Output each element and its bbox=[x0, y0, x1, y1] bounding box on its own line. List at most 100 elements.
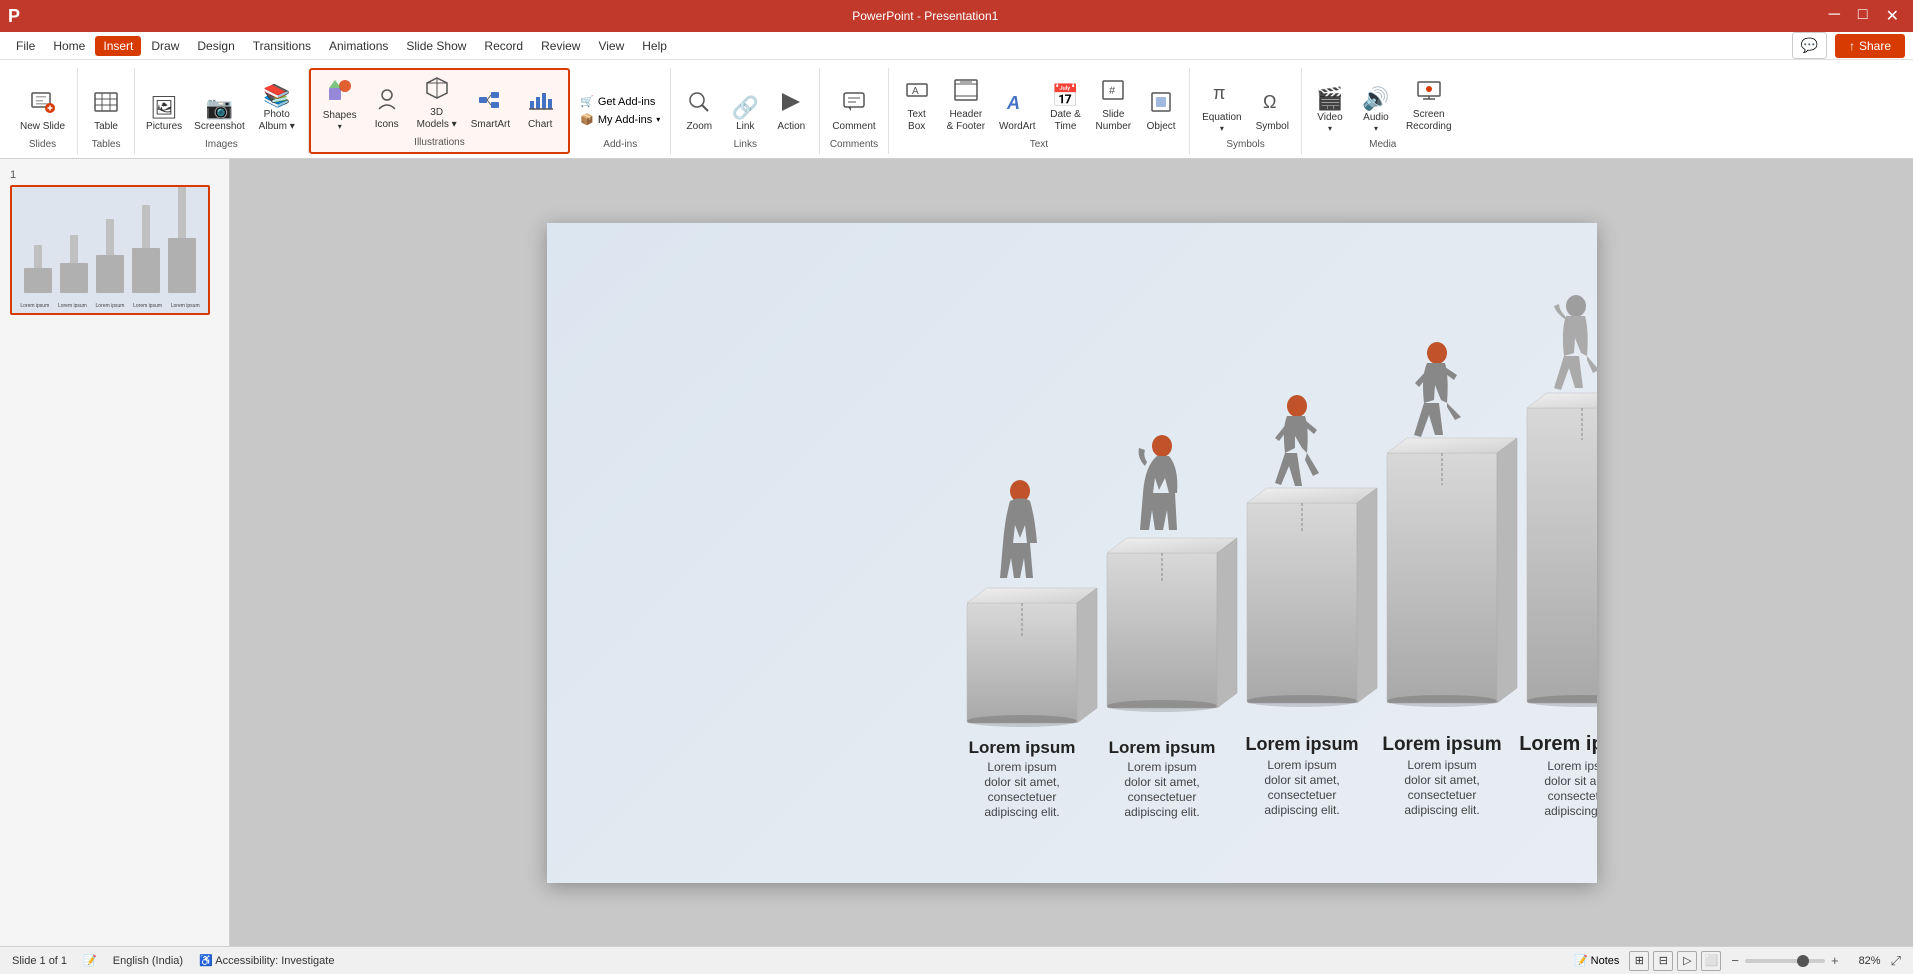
ribbon: New Slide Slides Table Tables 🖼 bbox=[0, 60, 1913, 159]
zoom-icon bbox=[686, 89, 712, 119]
new-slide-icon bbox=[30, 89, 56, 119]
chart-button[interactable]: Chart bbox=[518, 84, 562, 134]
menu-slideshow[interactable]: Slide Show bbox=[398, 36, 474, 56]
illustrations-group-label: Illustrations bbox=[414, 137, 465, 150]
menu-insert[interactable]: Insert bbox=[95, 36, 141, 56]
photo-album-button[interactable]: 📚 PhotoAlbum ▾ bbox=[252, 82, 302, 136]
svg-text:Ω: Ω bbox=[1263, 92, 1276, 112]
window-controls[interactable]: ─ □ ✕ bbox=[1823, 6, 1905, 26]
slide-number-button[interactable]: # SlideNumber bbox=[1090, 74, 1138, 136]
zoom-thumb[interactable] bbox=[1797, 955, 1809, 967]
ribbon-content: New Slide Slides Table Tables 🖼 bbox=[8, 64, 1905, 158]
wordart-button[interactable]: A WordArt bbox=[993, 86, 1042, 136]
object-button[interactable]: Object bbox=[1139, 86, 1183, 136]
zoom-out-button[interactable]: − bbox=[1731, 953, 1739, 968]
svg-text:Lorem ipsum: Lorem ipsum bbox=[1407, 758, 1476, 772]
media-buttons: 🎬 Video ▾ 🔊 Audio ▾ ScreenRecording bbox=[1308, 74, 1458, 136]
normal-view-icon[interactable]: ⊞ bbox=[1629, 951, 1649, 971]
equation-label: Equation bbox=[1202, 112, 1241, 124]
slide-number-icon: # bbox=[1100, 77, 1126, 107]
svg-text:π: π bbox=[1213, 83, 1225, 103]
new-slide-label: New Slide bbox=[20, 121, 65, 133]
zoom-in-button[interactable]: + bbox=[1831, 953, 1839, 968]
notes-button[interactable]: 📝 Notes bbox=[1574, 954, 1619, 967]
illustrations-buttons: Shapes ▾ Icons 3DModels ▾ bbox=[317, 72, 562, 134]
header-footer-button[interactable]: Header& Footer bbox=[941, 74, 991, 136]
menu-transitions[interactable]: Transitions bbox=[245, 36, 319, 56]
ribbon-group-images: 🖼 Pictures 📷 Screenshot 📚 PhotoAlbum ▾ I… bbox=[135, 68, 309, 154]
action-button[interactable]: Action bbox=[769, 86, 813, 136]
svg-text:consectetuer: consectetuer bbox=[987, 790, 1056, 804]
smartart-icon bbox=[477, 87, 503, 117]
my-addins-label: My Add-ins bbox=[598, 114, 652, 126]
menu-home[interactable]: Home bbox=[45, 36, 93, 56]
menu-help[interactable]: Help bbox=[634, 36, 675, 56]
reading-view-icon[interactable]: ▷ bbox=[1677, 951, 1697, 971]
svg-text:adipiscing elit.: adipiscing elit. bbox=[1264, 803, 1339, 817]
link-button[interactable]: 🔗 Link bbox=[723, 94, 767, 136]
menu-record[interactable]: Record bbox=[476, 36, 531, 56]
maximize-btn[interactable]: □ bbox=[1852, 6, 1874, 26]
pictures-button[interactable]: 🖼 Pictures bbox=[141, 94, 187, 136]
slide-number-label: 1 bbox=[10, 169, 219, 181]
menu-design[interactable]: Design bbox=[189, 36, 242, 56]
zoom-level[interactable]: 82% bbox=[1849, 955, 1881, 967]
comment-button[interactable]: 💬 bbox=[1792, 32, 1827, 59]
fit-slide-button[interactable]: ⤢ bbox=[1891, 953, 1901, 969]
header-footer-icon bbox=[953, 77, 979, 107]
menu-draw[interactable]: Draw bbox=[143, 36, 187, 56]
audio-label: Audio bbox=[1363, 112, 1389, 124]
audio-button[interactable]: 🔊 Audio ▾ bbox=[1354, 85, 1398, 136]
smartart-button[interactable]: SmartArt bbox=[465, 84, 516, 134]
table-icon bbox=[93, 89, 119, 119]
comment-ribbon-icon bbox=[841, 89, 867, 119]
icons-button[interactable]: Icons bbox=[365, 84, 409, 134]
svg-text:Lorem ipsum: Lorem ipsum bbox=[968, 738, 1075, 757]
menu-file[interactable]: File bbox=[8, 36, 43, 56]
symbols-group-label: Symbols bbox=[1226, 139, 1264, 152]
my-addins-button[interactable]: 📦 My Add-ins ▾ bbox=[576, 111, 664, 128]
menu-animations[interactable]: Animations bbox=[321, 36, 396, 56]
my-addins-icon: 📦 bbox=[580, 113, 594, 126]
equation-icon: π bbox=[1209, 80, 1235, 110]
ribbon-group-symbols: π Equation ▾ Ω Symbol Symbols bbox=[1190, 68, 1302, 154]
spell-check-icon[interactable]: 📝 bbox=[83, 954, 97, 967]
zoom-button[interactable]: Zoom bbox=[677, 86, 721, 136]
table-button[interactable]: Table bbox=[84, 86, 128, 136]
shapes-button[interactable]: Shapes ▾ bbox=[317, 75, 363, 134]
svg-text:adipiscing elit.: adipiscing elit. bbox=[1544, 804, 1597, 818]
video-button[interactable]: 🎬 Video ▾ bbox=[1308, 85, 1352, 136]
svg-text:consectetuer: consectetuer bbox=[1407, 788, 1476, 802]
screen-recording-icon bbox=[1416, 77, 1442, 107]
svg-text:Lorem ipsum: Lorem ipsum bbox=[1547, 759, 1597, 773]
share-button[interactable]: ↑ Share bbox=[1835, 34, 1905, 58]
slide-sorter-icon[interactable]: ⊟ bbox=[1653, 951, 1673, 971]
language-label[interactable]: English (India) bbox=[113, 955, 183, 967]
ribbon-group-media: 🎬 Video ▾ 🔊 Audio ▾ ScreenRecording Medi… bbox=[1302, 68, 1464, 154]
new-slide-button[interactable]: New Slide bbox=[14, 86, 71, 136]
close-btn[interactable]: ✕ bbox=[1880, 6, 1905, 26]
date-time-button[interactable]: 📅 Date &Time bbox=[1044, 82, 1088, 136]
date-time-icon: 📅 bbox=[1052, 85, 1079, 107]
screen-recording-button[interactable]: ScreenRecording bbox=[1400, 74, 1458, 136]
zoom-track[interactable] bbox=[1745, 959, 1825, 963]
screenshot-button[interactable]: 📷 Screenshot bbox=[189, 94, 250, 136]
presentation-view-icon[interactable]: ⬜ bbox=[1701, 951, 1721, 971]
links-group-label: Links bbox=[734, 139, 757, 152]
accessibility-label[interactable]: ♿ Accessibility: Investigate bbox=[199, 954, 334, 967]
get-addins-button[interactable]: 🛒 Get Add-ins bbox=[576, 93, 659, 110]
menu-review[interactable]: Review bbox=[533, 36, 588, 56]
slide-thumbnail[interactable]: Lorem ipsum Lorem ipsum Lorem ipsum Lore… bbox=[10, 185, 210, 315]
menu-view[interactable]: View bbox=[590, 36, 632, 56]
smartart-label: SmartArt bbox=[471, 119, 510, 131]
symbol-button[interactable]: Ω Symbol bbox=[1250, 86, 1295, 136]
link-label: Link bbox=[736, 121, 754, 133]
equation-button[interactable]: π Equation ▾ bbox=[1196, 77, 1247, 136]
minimize-btn[interactable]: ─ bbox=[1823, 6, 1846, 26]
photo-album-icon: 📚 bbox=[263, 85, 290, 107]
3d-models-button[interactable]: 3DModels ▾ bbox=[411, 72, 463, 134]
video-label: Video bbox=[1317, 112, 1342, 124]
zoom-control: − + bbox=[1731, 953, 1838, 968]
text-box-button[interactable]: A TextBox bbox=[895, 74, 939, 136]
comment-ribbon-button[interactable]: Comment bbox=[826, 86, 881, 136]
